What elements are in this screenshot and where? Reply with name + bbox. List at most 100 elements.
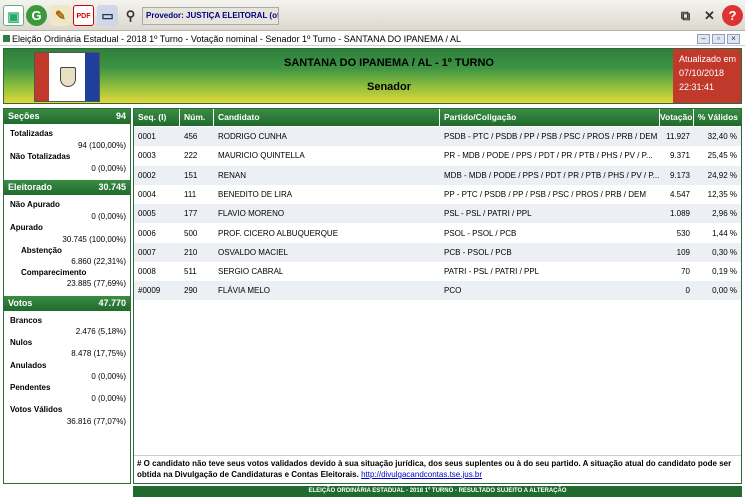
cell-candidate: MAURICIO QUINTELLA xyxy=(218,151,305,161)
cell-candidate: BENEDITO DE LIRA xyxy=(218,189,293,199)
secoes-value: 94 xyxy=(115,111,126,121)
cell-valid: 2,96 % xyxy=(712,209,737,219)
col-party-header[interactable]: Partido/Coligação xyxy=(440,109,660,126)
cell-candidate: PROF. CICERO ALBUQUERQUE xyxy=(218,228,339,238)
cell-votes: 9.371 xyxy=(669,151,690,161)
cell-valid: 0,00 % xyxy=(712,286,737,296)
nao-totalizadas-value: 0 (0,00%) xyxy=(91,164,126,173)
help-icon[interactable]: ? xyxy=(722,5,743,26)
table-row[interactable]: 0007 210 OSVALDO MACIEL PCB - PSOL / PCB 109… xyxy=(134,242,741,262)
nulos-value: 8.478 (17,75%) xyxy=(71,349,126,358)
cell-num: 177 xyxy=(184,209,198,219)
cell-party: PSOL - PSOL / PCB xyxy=(444,228,517,238)
cell-num: 222 xyxy=(184,151,198,161)
cell-valid: 25,45 % xyxy=(707,151,737,161)
secoes-header: Seções 94 xyxy=(4,109,130,124)
window-title: Eleição Ordinária Estadual - 2018 1º Tur… xyxy=(12,34,461,44)
cell-votes: 11.927 xyxy=(666,132,690,141)
table-row[interactable]: 0002 151 RENAN MDB - MDB / PODE / PPS / PDT… xyxy=(134,165,741,185)
cell-candidate: OSVALDO MACIEL xyxy=(218,247,289,257)
monitor-icon[interactable]: ▭ xyxy=(97,5,118,26)
col-seq-header[interactable]: Seq. (I) xyxy=(134,109,180,126)
votos-value: 47.770 xyxy=(98,298,126,308)
export-icon[interactable]: ⧉ xyxy=(675,5,696,26)
cell-party: PCO xyxy=(444,286,462,296)
totalizadas-label: Totalizadas xyxy=(10,129,53,138)
table-row[interactable]: 0004 111 BENEDITO DE LIRA PP - PTC / PSDB /… xyxy=(134,184,741,204)
updated-label: Atualizado em xyxy=(679,54,737,64)
footnote: # O candidato não teve seus votos valida… xyxy=(134,455,741,483)
search-icon[interactable]: ⚲ xyxy=(120,5,141,26)
window-icon xyxy=(3,35,10,42)
anulados-value: 0 (0,00%) xyxy=(91,372,126,381)
abstencao-label: Abstenção xyxy=(21,246,62,255)
results-table: Seq. (I) Núm. Candidato Partido/Coligaçã… xyxy=(133,108,742,484)
table-row[interactable]: 0006 500 PROF. CICERO ALBUQUERQUE PSOL - PS… xyxy=(134,223,741,243)
cell-num: 500 xyxy=(184,228,198,238)
nao-apurado-label: Não Apurado xyxy=(10,200,60,209)
cell-party: PP - PTC / PSDB / PP / PSB / PSC / PROS … xyxy=(444,189,646,199)
cell-party: PSDB - PTC / PSDB / PP / PSB / PSC / PRO… xyxy=(444,132,658,141)
apurado-label: Apurado xyxy=(10,223,43,232)
table-row[interactable]: #0009 290 FLÁVIA MELO PCO 0 0,00 % xyxy=(134,281,741,301)
provider-selector[interactable]: Provedor: JUSTIÇA ELEITORAL (oficial) xyxy=(142,7,279,25)
votos-label: Votos xyxy=(8,298,33,308)
pdf-icon[interactable]: PDF xyxy=(73,5,94,26)
secoes-label: Seções xyxy=(8,111,40,121)
cell-party: PATRI - PSL / PATRI / PPL xyxy=(444,267,540,277)
nao-totalizadas-label: Não Totalizadas xyxy=(10,152,71,161)
tools-icon[interactable]: ✕ xyxy=(699,5,720,26)
cell-seq: 0008 xyxy=(138,267,156,277)
table-row[interactable]: 0005 177 FLAVIO MORENO PSL - PSL / PATRI / … xyxy=(134,204,741,224)
col-num-header[interactable]: Núm. xyxy=(180,109,214,126)
cell-num: 290 xyxy=(184,286,198,296)
summary-panel: Seções 94 Totalizadas 94 (100,00%) Não T… xyxy=(3,108,131,484)
table-header: Seq. (I) Núm. Candidato Partido/Coligaçã… xyxy=(134,109,741,126)
updated-date: 07/10/2018 xyxy=(679,68,725,78)
cell-valid: 12,35 % xyxy=(707,189,737,199)
pendentes-value: 0 (0,00%) xyxy=(91,394,126,403)
minimize-button[interactable]: – xyxy=(697,34,710,44)
edit-icon[interactable]: ✎ xyxy=(50,5,71,26)
anulados-label: Anulados xyxy=(10,361,47,370)
col-candidate-header[interactable]: Candidato xyxy=(214,109,440,126)
close-button[interactable]: × xyxy=(727,34,740,44)
cell-valid: 0,19 % xyxy=(712,267,737,277)
table-row[interactable]: 0008 511 SERGIO CABRAL PATRI - PSL / PATRI … xyxy=(134,262,741,282)
cell-seq: 0007 xyxy=(138,247,156,257)
brancos-label: Brancos xyxy=(10,316,43,325)
cell-seq: 0005 xyxy=(138,209,156,219)
new-window-icon[interactable]: ▣ xyxy=(3,5,24,26)
candidacy-link[interactable]: http://divulgacandcontas.tse.jus.br xyxy=(361,470,482,479)
cell-votes: 530 xyxy=(676,228,690,238)
cell-seq: 0001 xyxy=(138,132,156,141)
nulos-label: Nulos xyxy=(10,338,33,347)
table-row[interactable]: 0003 222 MAURICIO QUINTELLA PR - MDB / PODE… xyxy=(134,146,741,166)
cell-num: 111 xyxy=(184,189,197,199)
status-footer: ELEIÇÃO ORDINÁRIA ESTADUAL - 2018 1º TUR… xyxy=(133,486,742,497)
cell-votes: 1.089 xyxy=(669,209,690,219)
refresh-icon[interactable]: G xyxy=(26,5,47,26)
table-row[interactable]: 0001 456 RODRIGO CUNHA PSDB - PTC / PSDB / … xyxy=(134,127,741,146)
cell-votes: 0 xyxy=(685,286,690,296)
updated-badge: Atualizado em 07/10/2018 22:31:41 xyxy=(673,49,741,103)
cell-votes: 70 xyxy=(681,267,690,277)
cell-votes: 9.173 xyxy=(669,170,690,180)
apurado-value: 30.745 (100,00%) xyxy=(62,235,126,244)
cell-party: PSL - PSL / PATRI / PPL xyxy=(444,209,532,219)
cell-candidate: SERGIO CABRAL xyxy=(218,267,284,277)
cell-num: 456 xyxy=(184,132,198,141)
abstencao-value: 6.860 (22,31%) xyxy=(71,257,126,266)
nao-apurado-value: 0 (0,00%) xyxy=(91,212,126,221)
restore-button[interactable]: ▫ xyxy=(712,34,725,44)
page-title: SANTANA DO IPANEMA / AL - 1º TURNO xyxy=(284,57,494,69)
cell-num: 210 xyxy=(184,247,198,257)
cell-seq: #0009 xyxy=(138,286,161,296)
col-votes-header[interactable]: Votação xyxy=(660,109,694,126)
votos-validos-label: Votos Válidos xyxy=(10,405,63,414)
municipality-flag xyxy=(34,52,100,102)
col-valid-header[interactable]: % Válidos xyxy=(694,109,741,126)
brancos-value: 2.476 (5,18%) xyxy=(75,327,126,336)
cell-party: PCB - PSOL / PCB xyxy=(444,247,512,257)
eleitorado-value: 30.745 xyxy=(98,182,126,192)
